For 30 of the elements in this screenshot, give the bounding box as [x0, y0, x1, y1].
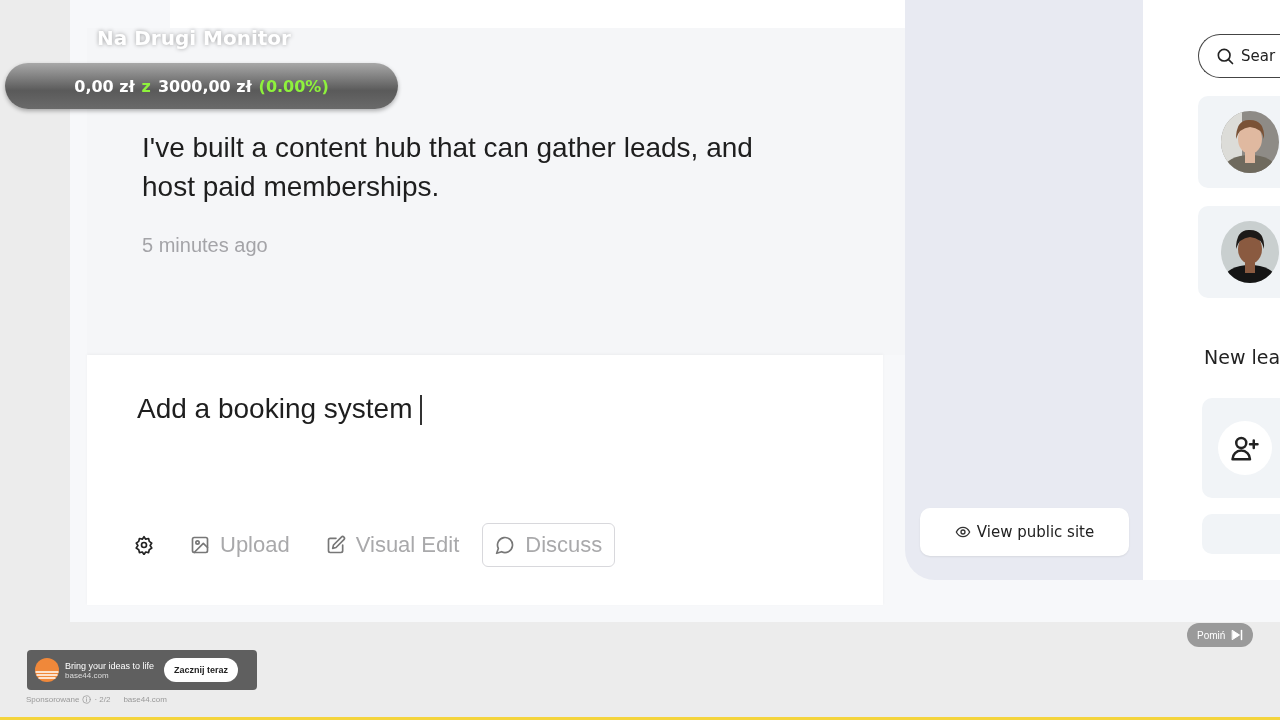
- skip-icon: [1231, 629, 1244, 641]
- text-cursor: [420, 395, 423, 425]
- discuss-button[interactable]: Discuss: [482, 523, 616, 567]
- view-public-site-button[interactable]: View public site: [920, 508, 1129, 556]
- sponsored-label: Sponsorowane: [26, 695, 80, 704]
- ad-site-link[interactable]: base44.com: [123, 695, 167, 704]
- ad-domain: base44.com: [65, 670, 110, 680]
- goal-target: 3000,00 zł: [157, 76, 252, 96]
- speech-bubble-icon: [495, 535, 516, 555]
- prompt-field[interactable]: Add a booking system: [137, 393, 883, 523]
- sun-logo-icon: [35, 658, 59, 682]
- image-icon: [190, 535, 210, 555]
- visual-edit-button[interactable]: Visual Edit: [312, 523, 473, 567]
- eye-icon: [954, 524, 971, 540]
- message-time: 5 minutes ago: [142, 234, 269, 257]
- info-icon: [82, 695, 92, 704]
- chat-message: I've built a content hub that can gather leads, and host paid memberships.: [142, 131, 754, 204]
- cta-button[interactable]: Zacznij teraz: [164, 658, 239, 682]
- ad-count: · 2/2: [94, 695, 111, 704]
- goal-separator: z: [141, 76, 151, 96]
- skip-button[interactable]: Pomiń: [1187, 623, 1254, 647]
- upload-button[interactable]: Upload: [177, 523, 303, 567]
- pencil-square-icon: [325, 535, 346, 555]
- stream-title: Na Drugi Monitor: [97, 26, 291, 50]
- goal-percent: (0.00%): [258, 76, 329, 96]
- gear-icon: [134, 535, 154, 555]
- ad-headline: Bring your ideas to life: [65, 660, 155, 671]
- goal-raised: 0,00 zł: [74, 76, 135, 96]
- section-title: New lea: [1204, 346, 1280, 368]
- search-icon: [1215, 46, 1235, 66]
